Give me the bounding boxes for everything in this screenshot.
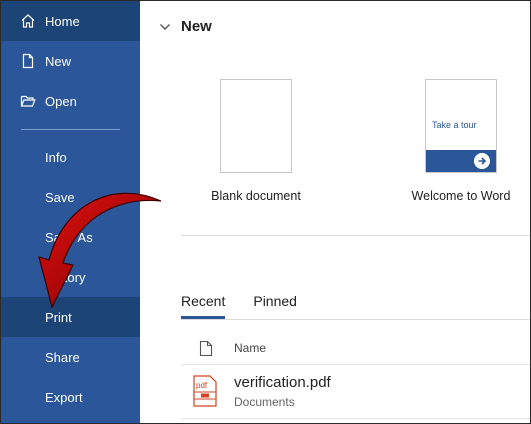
sidebar-item-label: New — [45, 53, 72, 69]
template-caption: Blank document — [211, 189, 301, 203]
file-location: Documents — [234, 395, 295, 409]
backstage-main: New Blank document Take a tour Welcome t… — [141, 1, 530, 423]
sidebar-item-open[interactable]: Open — [1, 81, 140, 121]
open-folder-icon — [20, 95, 36, 107]
sidebar-item-label: Print — [45, 309, 72, 325]
template-blank-document[interactable]: Blank document — [200, 79, 312, 203]
arrow-right-icon — [474, 153, 490, 169]
row-divider — [181, 364, 530, 365]
tabs-underline — [181, 319, 530, 320]
pdf-file-icon: pdf — [193, 375, 217, 407]
file-list-header: Name — [181, 337, 530, 359]
sidebar-item-label: Info — [45, 149, 67, 165]
sidebar-item-label: Share — [45, 349, 80, 365]
new-document-icon — [22, 53, 34, 69]
sidebar-item-info[interactable]: Info — [1, 137, 140, 177]
thumbnail-text: Take a tour — [432, 120, 477, 130]
tab-recent[interactable]: Recent — [181, 293, 226, 319]
new-section-header[interactable]: New — [159, 18, 212, 35]
sidebar-item-save-as[interactable]: Save As — [1, 217, 140, 257]
blank-document-thumbnail — [220, 79, 292, 173]
sidebar-item-label: Save As — [45, 229, 93, 245]
pdf-icon-text: pdf — [196, 381, 208, 390]
sidebar-item-export[interactable]: Export — [1, 377, 140, 417]
sidebar-item-label: Export — [45, 389, 83, 405]
template-caption: Welcome to Word — [411, 189, 511, 203]
column-header-name[interactable]: Name — [234, 341, 266, 355]
sidebar-item-label: Save — [45, 189, 75, 205]
sidebar-divider — [21, 129, 120, 130]
file-list-tabs: Recent Pinned — [181, 293, 325, 319]
section-title: New — [181, 18, 212, 35]
chevron-down-icon — [160, 23, 170, 30]
row-divider — [181, 418, 530, 419]
section-divider — [181, 235, 530, 236]
file-type-icon — [199, 340, 213, 356]
backstage-sidebar: Home New Open Info Save Save As History … — [1, 1, 140, 423]
sidebar-item-home[interactable]: Home — [1, 1, 140, 41]
sidebar-item-share[interactable]: Share — [1, 337, 140, 377]
welcome-thumbnail: Take a tour — [425, 79, 497, 173]
sidebar-item-label: Open — [45, 93, 77, 109]
sidebar-item-label: Home — [45, 13, 80, 29]
home-icon — [21, 14, 35, 28]
sidebar-item-history[interactable]: History — [1, 257, 140, 297]
list-item[interactable]: pdf verification.pdf Documents — [181, 371, 530, 413]
template-welcome-to-word[interactable]: Take a tour Welcome to Word — [405, 79, 517, 203]
file-name: verification.pdf — [234, 374, 331, 391]
sidebar-item-save[interactable]: Save — [1, 177, 140, 217]
tab-pinned[interactable]: Pinned — [253, 293, 297, 319]
sidebar-item-print[interactable]: Print — [1, 297, 140, 337]
sidebar-item-label: History — [45, 269, 86, 285]
sidebar-item-new[interactable]: New — [1, 41, 140, 81]
word-backstage-window: Home New Open Info Save Save As History … — [0, 0, 531, 424]
